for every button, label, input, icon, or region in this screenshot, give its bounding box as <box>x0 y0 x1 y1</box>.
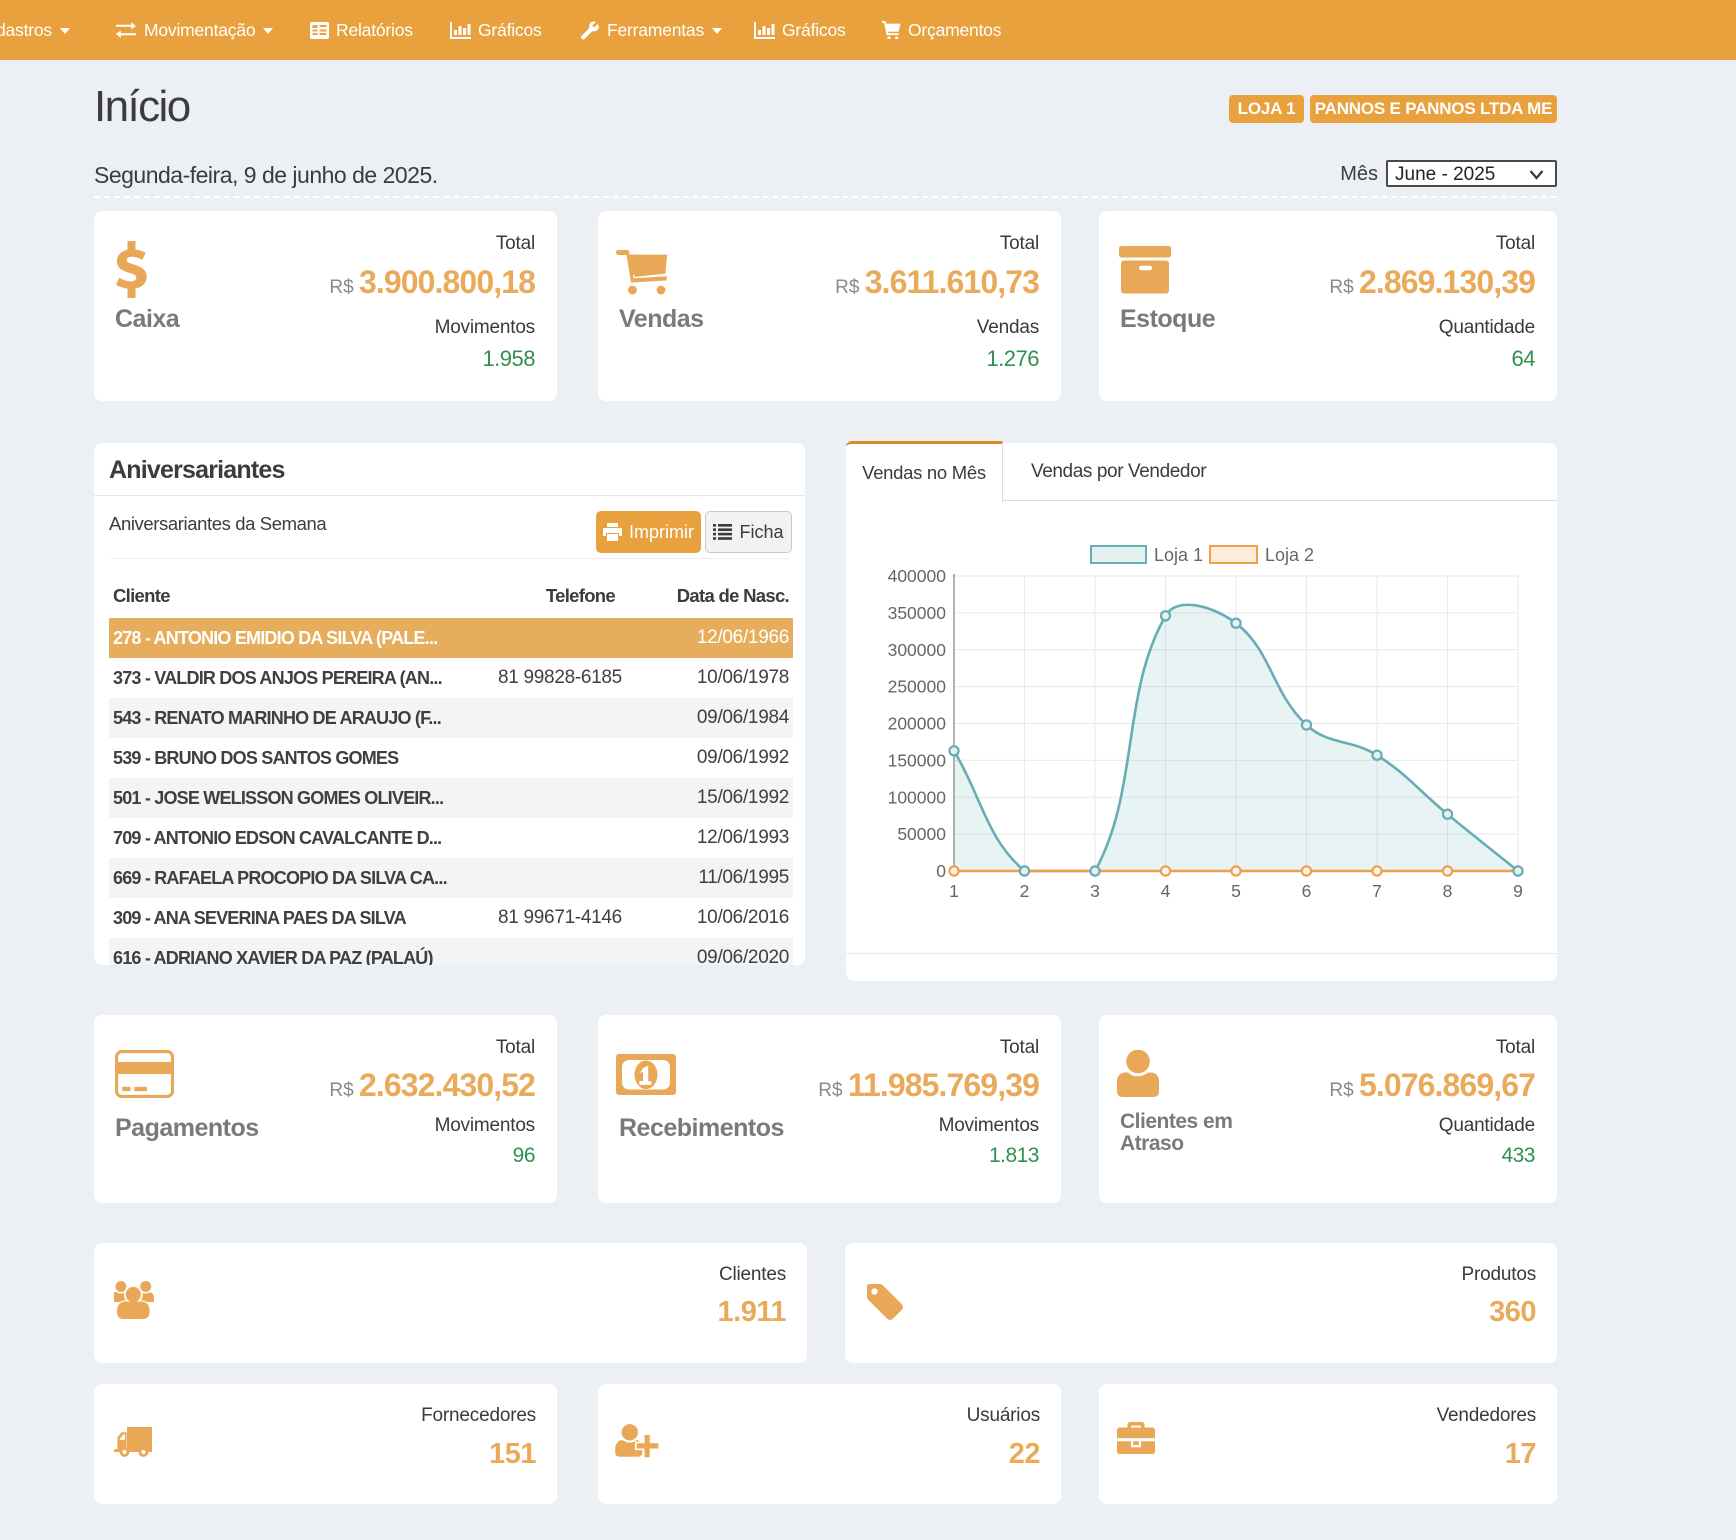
svg-text:3: 3 <box>1090 881 1100 901</box>
svg-text:100000: 100000 <box>888 787 947 807</box>
svg-text:400000: 400000 <box>888 566 947 586</box>
svg-text:300000: 300000 <box>888 640 947 660</box>
svg-text:0: 0 <box>936 861 946 881</box>
svg-text:2: 2 <box>1020 881 1030 901</box>
svg-text:250000: 250000 <box>888 677 947 697</box>
svg-text:4: 4 <box>1161 881 1171 901</box>
svg-text:150000: 150000 <box>888 750 947 770</box>
svg-text:9: 9 <box>1513 881 1523 901</box>
svg-text:Loja 2: Loja 2 <box>1265 545 1314 565</box>
svg-text:200000: 200000 <box>888 714 947 734</box>
svg-text:1: 1 <box>949 881 959 901</box>
svg-text:5: 5 <box>1231 881 1241 901</box>
svg-text:350000: 350000 <box>888 603 947 623</box>
svg-text:8: 8 <box>1443 881 1453 901</box>
svg-text:7: 7 <box>1372 881 1382 901</box>
svg-text:Loja 1: Loja 1 <box>1154 545 1203 565</box>
svg-text:6: 6 <box>1302 881 1312 901</box>
svg-text:50000: 50000 <box>897 824 946 844</box>
